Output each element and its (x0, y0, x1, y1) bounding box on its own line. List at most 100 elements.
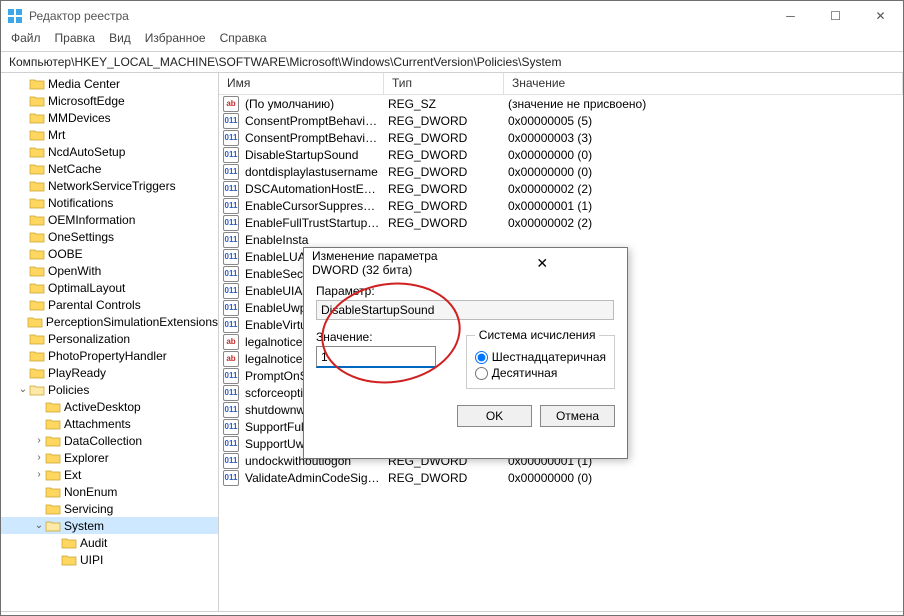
tree-item[interactable]: ⌄System (1, 517, 218, 534)
string-value-icon: ab (223, 96, 239, 112)
tree-item[interactable]: ActiveDesktop (1, 398, 218, 415)
tree-item-label: Parental Controls (48, 298, 141, 312)
tree-item[interactable]: OptimalLayout (1, 279, 218, 296)
tree-item[interactable]: Parental Controls (1, 296, 218, 313)
chevron-down-icon[interactable]: ⌄ (33, 520, 45, 531)
tree-item[interactable]: OneSettings (1, 228, 218, 245)
value-row[interactable]: 011DSCAutomationHostEna...REG_DWORD0x000… (219, 180, 903, 197)
tree-item[interactable]: › Explorer (1, 449, 218, 466)
value-name: ConsentPromptBehavior... (241, 114, 384, 128)
value-data: (значение не присвоено) (504, 97, 903, 111)
tree-item[interactable]: NetworkServiceTriggers (1, 177, 218, 194)
value-data: 0x00000000 (0) (504, 471, 903, 485)
menu-view[interactable]: Вид (109, 31, 131, 51)
value-row[interactable]: 011ValidateAdminCodeSign...REG_DWORD0x00… (219, 469, 903, 486)
dword-value-icon: 011 (223, 317, 239, 333)
tree-item[interactable]: Audit (1, 534, 218, 551)
value-row[interactable]: 011EnableFullTrustStartupTa...REG_DWORD0… (219, 214, 903, 231)
tree-item[interactable]: UIPI (1, 551, 218, 568)
tree-item[interactable]: Personalization (1, 330, 218, 347)
menu-favorites[interactable]: Избранное (145, 31, 206, 51)
value-row[interactable]: 011dontdisplaylastusernameREG_DWORD0x000… (219, 163, 903, 180)
minimize-button[interactable]: ─ (768, 1, 813, 31)
folder-icon (29, 264, 45, 278)
col-data[interactable]: Значение (504, 73, 903, 94)
tree-item-label: MMDevices (48, 111, 111, 125)
value-row[interactable]: ab(По умолчанию)REG_SZ(значение не присв… (219, 95, 903, 112)
base-legend: Система исчисления (475, 328, 600, 342)
value-row[interactable]: 011EnableCursorSuppressionREG_DWORD0x000… (219, 197, 903, 214)
tree-item[interactable]: NonEnum (1, 483, 218, 500)
radio-hex[interactable] (475, 351, 488, 364)
cancel-button[interactable]: Отмена (540, 405, 615, 427)
tree-item[interactable]: NetCache (1, 160, 218, 177)
tree-item-label: OEMInformation (48, 213, 135, 227)
chevron-right-icon[interactable]: › (33, 469, 45, 480)
value-type: REG_DWORD (384, 131, 504, 145)
col-name[interactable]: Имя (219, 73, 384, 94)
tree-item[interactable]: PhotoPropertyHandler (1, 347, 218, 364)
value-input[interactable] (316, 346, 436, 368)
tree-item[interactable]: Servicing (1, 500, 218, 517)
tree-view[interactable]: Media CenterMicrosoftEdge MMDevicesMrtNcd… (1, 73, 219, 611)
tree-item-label: NonEnum (64, 485, 117, 499)
tree-item-label: PerceptionSimulationExtensions (46, 315, 218, 329)
col-type[interactable]: Тип (384, 73, 504, 94)
folder-icon (29, 281, 45, 295)
close-button[interactable]: ✕ (858, 1, 903, 31)
string-value-icon: ab (223, 351, 239, 367)
value-row[interactable]: 011EnableInsta (219, 231, 903, 248)
menu-help[interactable]: Справка (220, 31, 267, 51)
menu-edit[interactable]: Правка (55, 31, 96, 51)
tree-item[interactable]: Notifications (1, 194, 218, 211)
tree-item[interactable]: PerceptionSimulationExtensions (1, 313, 218, 330)
tree-item[interactable]: ›Ext (1, 466, 218, 483)
folder-icon (45, 519, 61, 533)
value-row[interactable]: 011DisableStartupSoundREG_DWORD0x0000000… (219, 146, 903, 163)
tree-item-label: Policies (48, 383, 89, 397)
tree-item[interactable]: MMDevices (1, 109, 218, 126)
value-row[interactable]: 011ConsentPromptBehavior...REG_DWORD0x00… (219, 112, 903, 129)
chevron-down-icon[interactable]: ⌄ (17, 384, 29, 395)
value-label: Значение: (316, 330, 454, 344)
radio-dec[interactable] (475, 367, 488, 380)
value-data: 0x00000002 (2) (504, 182, 903, 196)
statusbar (1, 611, 903, 615)
value-name: EnableCursorSuppression (241, 199, 384, 213)
dword-value-icon: 011 (223, 130, 239, 146)
tree-item[interactable]: Mrt (1, 126, 218, 143)
menu-file[interactable]: Файл (11, 31, 41, 51)
folder-icon (45, 451, 61, 465)
folder-icon (45, 485, 61, 499)
dword-value-icon: 011 (223, 249, 239, 265)
tree-item[interactable]: Media Center (1, 75, 218, 92)
tree-item[interactable]: ⌄ Policies (1, 381, 218, 398)
tree-item[interactable]: OpenWith (1, 262, 218, 279)
value-data: 0x00000000 (0) (504, 148, 903, 162)
tree-item[interactable]: ›DataCollection (1, 432, 218, 449)
chevron-right-icon[interactable]: › (33, 435, 45, 446)
param-label: Параметр: (316, 284, 615, 298)
dword-value-icon: 011 (223, 385, 239, 401)
tree-item[interactable]: Attachments (1, 415, 218, 432)
folder-icon (61, 536, 77, 550)
tree-item-label: Servicing (64, 502, 113, 516)
tree-item[interactable]: OEMInformation (1, 211, 218, 228)
dialog-close-button[interactable]: ✕ (466, 255, 620, 272)
dword-value-icon: 011 (223, 266, 239, 282)
ok-button[interactable]: OK (457, 405, 532, 427)
address-bar[interactable]: Компьютер\HKEY_LOCAL_MACHINE\SOFTWARE\Mi… (1, 51, 903, 73)
tree-item[interactable]: OOBE (1, 245, 218, 262)
tree-item[interactable]: MicrosoftEdge (1, 92, 218, 109)
folder-icon (29, 162, 45, 176)
folder-icon (45, 400, 61, 414)
maximize-button[interactable]: ☐ (813, 1, 858, 31)
chevron-right-icon[interactable]: › (33, 452, 45, 463)
value-type: REG_DWORD (384, 148, 504, 162)
folder-icon (29, 77, 45, 91)
tree-item-label: OOBE (48, 247, 83, 261)
tree-item[interactable]: NcdAutoSetup (1, 143, 218, 160)
tree-item-label: Explorer (64, 451, 109, 465)
tree-item[interactable]: PlayReady (1, 364, 218, 381)
value-row[interactable]: 011ConsentPromptBehavior...REG_DWORD0x00… (219, 129, 903, 146)
